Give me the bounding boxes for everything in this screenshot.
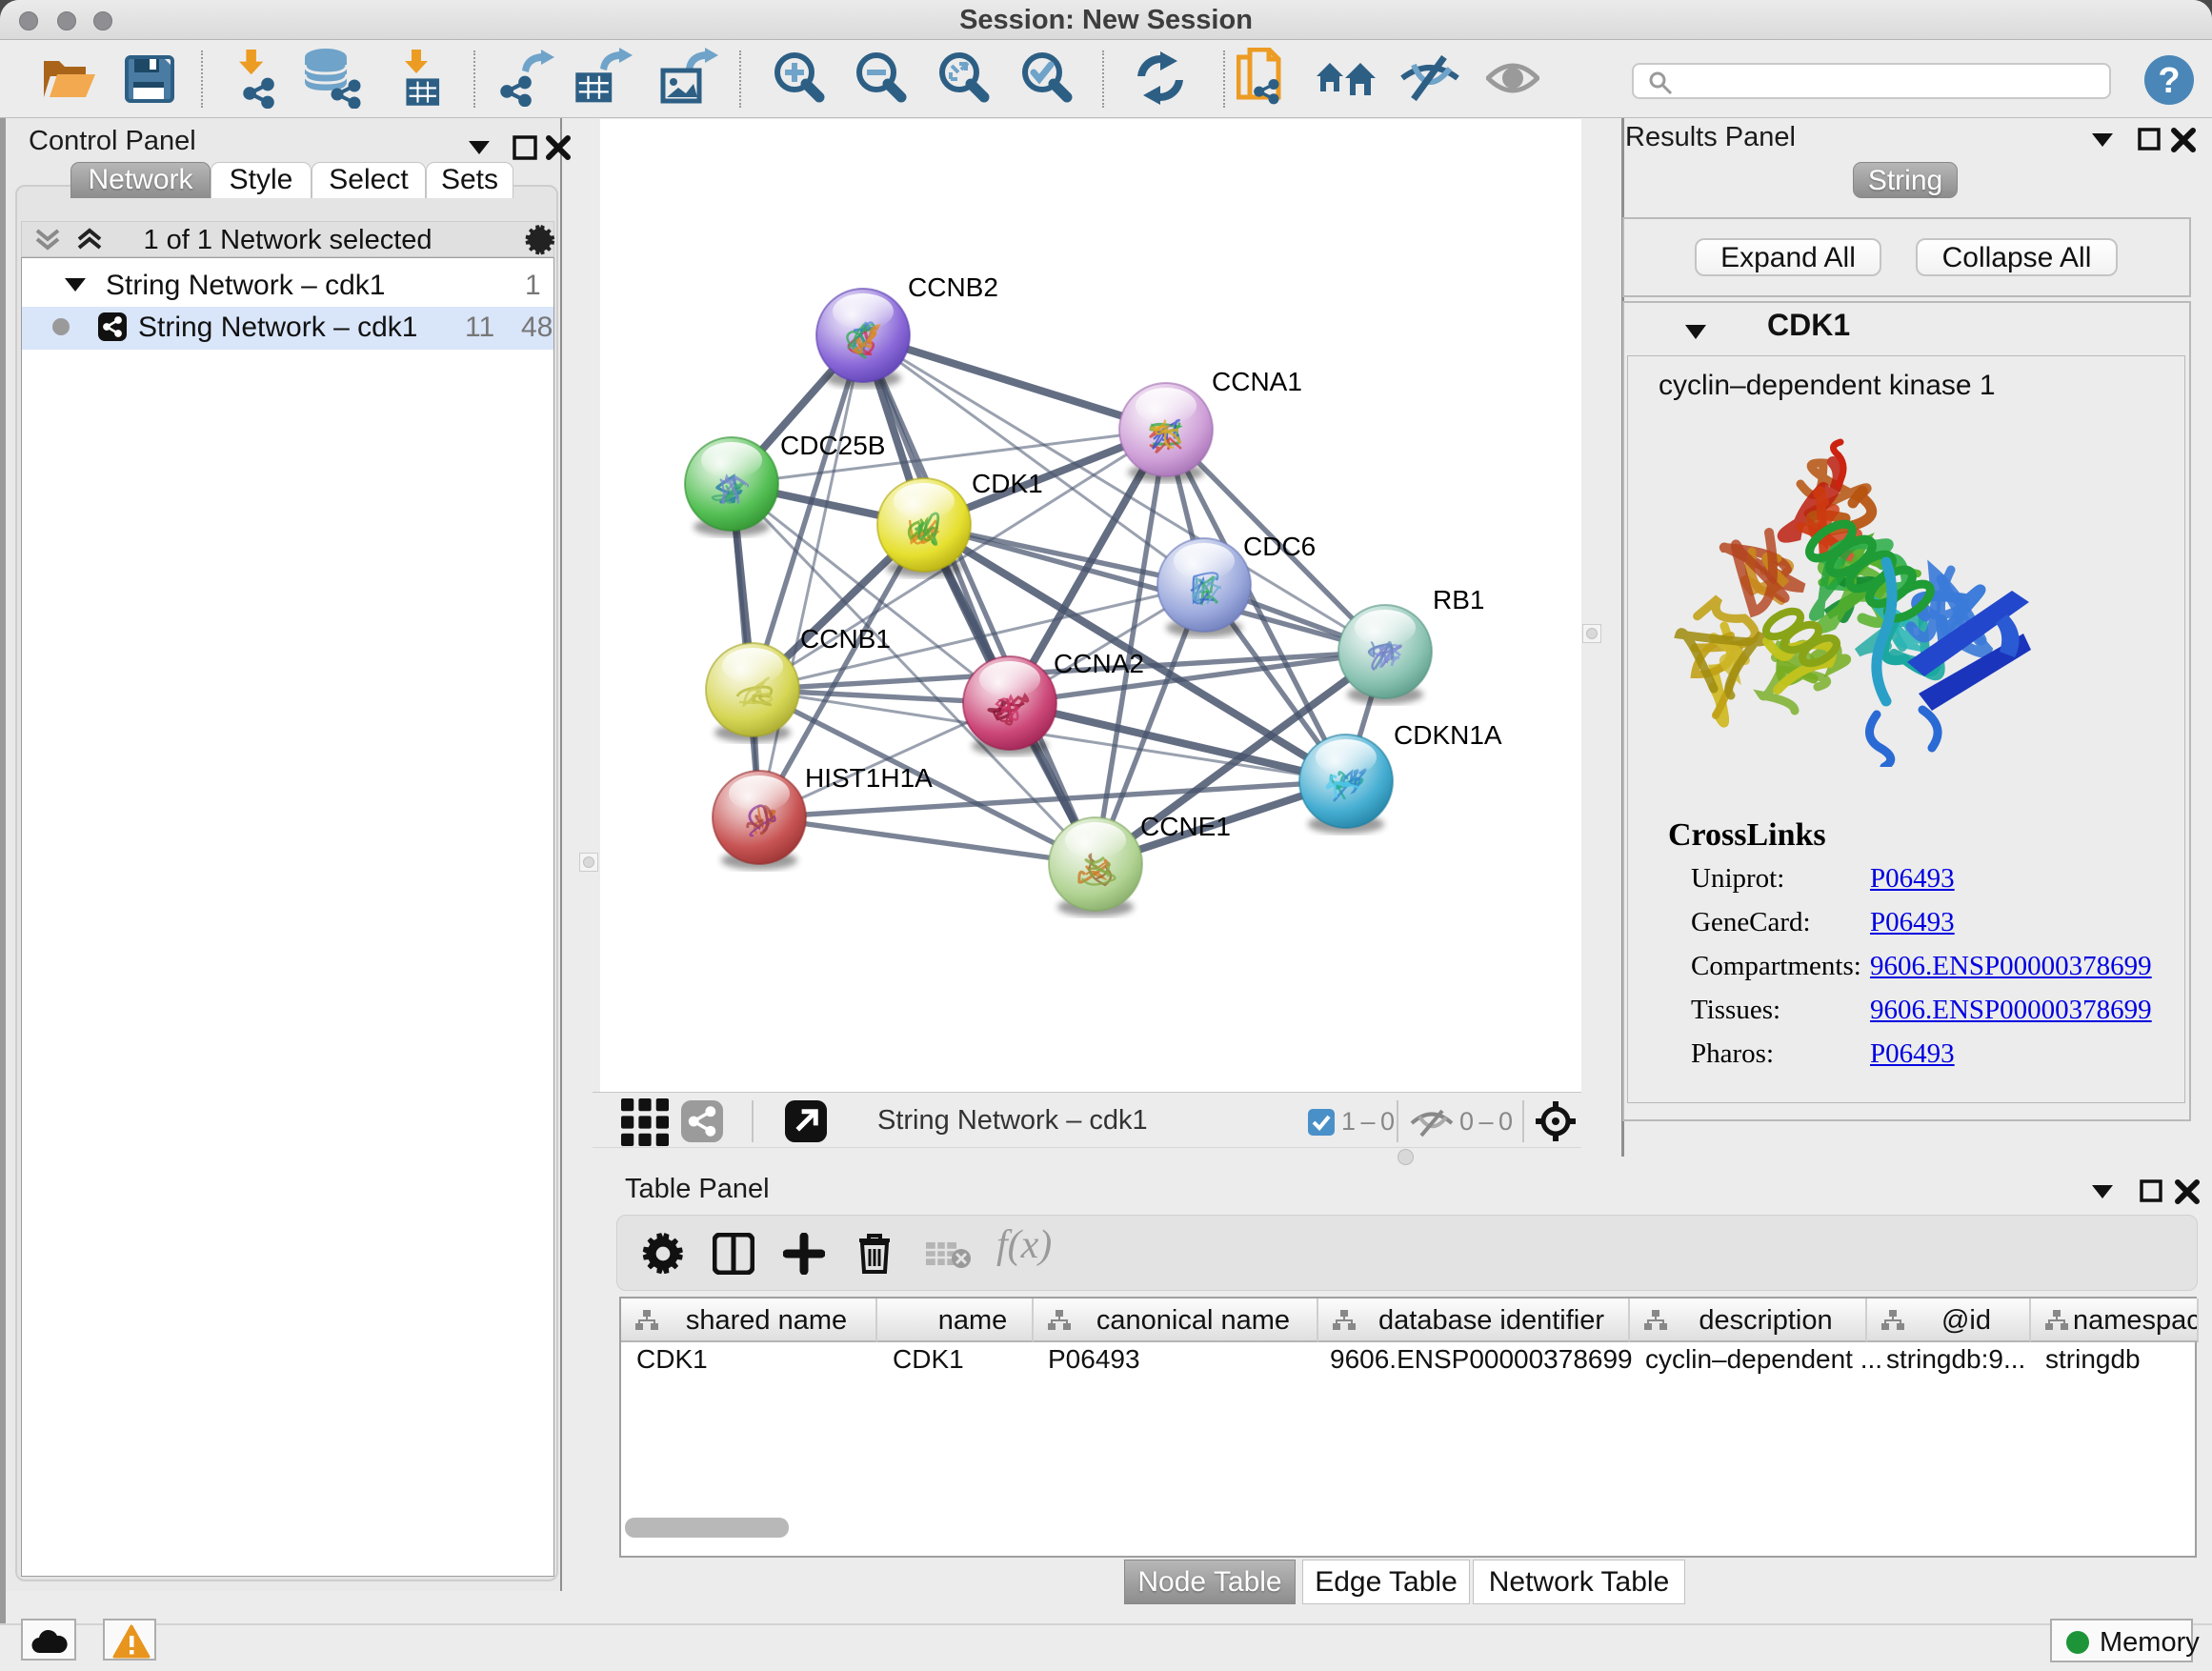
svg-text:RB1: RB1: [1433, 585, 1484, 614]
svg-text:CDC6: CDC6: [1243, 532, 1316, 561]
svg-text:?: ?: [2158, 61, 2180, 101]
svg-text:CDK1: CDK1: [972, 469, 1043, 498]
svg-text:CCNB2: CCNB2: [908, 272, 998, 302]
svg-text:CCNA2: CCNA2: [1054, 649, 1144, 678]
svg-text:CDC25B: CDC25B: [780, 431, 885, 460]
svg-text:CCNA1: CCNA1: [1212, 367, 1302, 396]
svg-text:CCNE1: CCNE1: [1140, 812, 1231, 841]
svg-text:HIST1H1A: HIST1H1A: [805, 763, 933, 793]
svg-text:CCNB1: CCNB1: [800, 624, 891, 654]
svg-text:CDKN1A: CDKN1A: [1394, 720, 1502, 750]
